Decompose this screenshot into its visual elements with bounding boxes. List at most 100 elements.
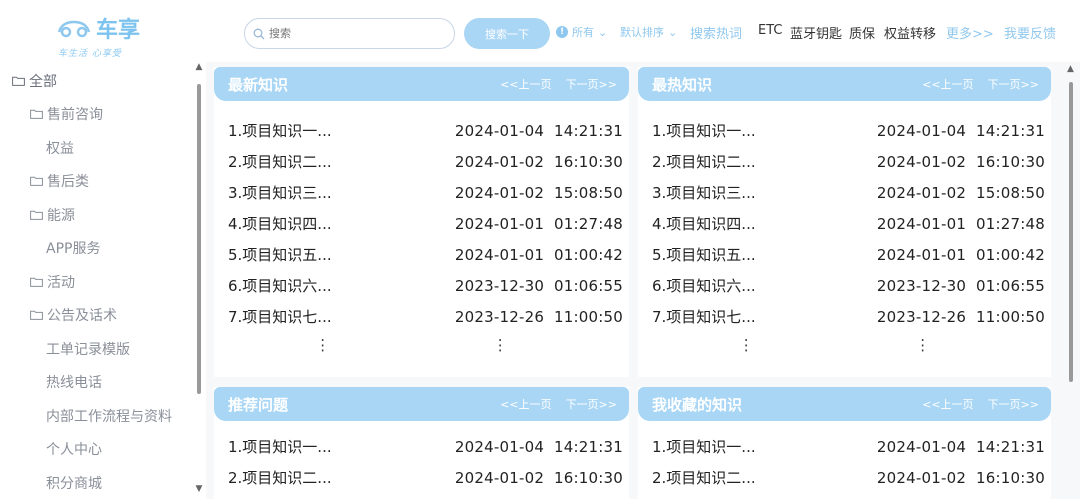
knowledge-row[interactable]: 3.项目知识三... 2024-01-02 15:08:50: [228, 177, 623, 208]
knowledge-row[interactable]: 3.项目知识三... 2024-01-02 15:08:50: [652, 177, 1045, 208]
scroll-up-arrow-icon[interactable]: ▲: [1067, 64, 1074, 74]
scope-label: 所有: [572, 26, 594, 39]
prev-page-link[interactable]: <<上一页: [922, 76, 973, 92]
knowledge-title[interactable]: 5.项目知识五...: [228, 244, 332, 265]
more-vertical-icon[interactable]: ⋮: [739, 336, 754, 354]
knowledge-title[interactable]: 1.项目知识一...: [652, 436, 756, 457]
knowledge-row[interactable]: 5.项目知识五... 2024-01-01 01:00:42: [228, 239, 623, 270]
knowledge-title[interactable]: 6.项目知识六...: [228, 275, 332, 296]
sidebar-item-label: 全部: [29, 73, 57, 90]
knowledge-row[interactable]: 1.项目知识一... 2024-01-04 14:21:31: [652, 431, 1045, 462]
sort-dropdown[interactable]: 默认排序 ⌄: [620, 24, 677, 40]
sidebar-item-label: 积分商城: [46, 475, 102, 492]
content-scroll-thumb[interactable]: [1069, 82, 1073, 382]
knowledge-title[interactable]: 1.项目知识一...: [228, 120, 332, 141]
knowledge-timestamp: 2024-01-01 01:27:48: [454, 214, 623, 233]
knowledge-row[interactable]: 6.项目知识六... 2023-12-30 01:06:55: [228, 270, 623, 301]
sidebar-item[interactable]: 权益: [0, 131, 194, 165]
knowledge-row[interactable]: 1.项目知识一... 2024-01-04 14:21:31: [652, 115, 1045, 146]
feedback-link[interactable]: 我要反馈: [1004, 23, 1056, 42]
knowledge-title[interactable]: 2.项目知识二...: [652, 151, 756, 172]
knowledge-row[interactable]: 5.项目知识五... 2024-01-01 01:00:42: [652, 239, 1045, 270]
knowledge-title[interactable]: 2.项目知识二...: [652, 467, 756, 488]
knowledge-title[interactable]: 1.项目知识一...: [228, 436, 332, 457]
knowledge-title[interactable]: 7.项目知识七...: [652, 306, 756, 327]
knowledge-timestamp: 2024-01-02 16:10:30: [876, 468, 1045, 487]
prev-page-link[interactable]: <<上一页: [500, 76, 551, 92]
next-page-link[interactable]: 下一页>>: [566, 396, 617, 412]
card-title: 最新知识: [228, 75, 289, 94]
sidebar-item[interactable]: 公告及话术: [0, 299, 194, 333]
knowledge-title[interactable]: 4.项目知识四...: [228, 213, 332, 234]
search-button[interactable]: 搜索一下: [464, 18, 550, 49]
scroll-down-arrow-icon[interactable]: ▼: [194, 484, 204, 494]
logo: 车享 车生活 心享受: [52, 10, 162, 62]
next-page-link[interactable]: 下一页>>: [566, 76, 617, 92]
knowledge-title[interactable]: 2.项目知识二...: [228, 151, 332, 172]
sidebar-item-label: APP服务: [46, 241, 101, 258]
sidebar-item-label: 售前咨询: [47, 107, 103, 124]
knowledge-row[interactable]: 4.项目知识四... 2024-01-01 01:27:48: [228, 208, 623, 239]
sidebar-item-label: 内部工作流程与资料: [46, 408, 172, 425]
sidebar-item[interactable]: 售前咨询: [0, 98, 194, 132]
more-link[interactable]: 更多>>: [946, 23, 994, 42]
logo-name: 车享: [96, 18, 141, 43]
knowledge-title[interactable]: 4.项目知识四...: [652, 213, 756, 234]
knowledge-row[interactable]: 1.项目知识一... 2024-01-04 14:21:31: [228, 431, 623, 462]
sidebar-item[interactable]: 活动: [0, 265, 194, 299]
hot-tag-etc[interactable]: ETC: [758, 23, 782, 38]
more-vertical-icon[interactable]: ⋮: [493, 336, 508, 354]
sidebar-item[interactable]: 售后类: [0, 165, 194, 199]
sidebar-scrollbar[interactable]: ▲ ▼: [194, 62, 204, 498]
top-bar: 搜索一下 ! 所有 ⌄ 默认排序 ⌄ 搜索热词 ETC 蓝牙钥匙 质保 权益转移…: [206, 0, 1080, 62]
knowledge-title[interactable]: 2.项目知识二...: [228, 467, 332, 488]
more-vertical-icon[interactable]: ⋮: [915, 336, 930, 354]
knowledge-title[interactable]: 3.项目知识三...: [228, 182, 332, 203]
knowledge-row[interactable]: 7.项目知识七... 2023-12-26 11:00:50: [228, 301, 623, 332]
prev-page-link[interactable]: <<上一页: [922, 396, 973, 412]
sidebar-item[interactable]: 积分商城: [0, 466, 194, 499]
next-page-link[interactable]: 下一页>>: [988, 396, 1039, 412]
scroll-up-arrow-icon[interactable]: ▲: [194, 62, 204, 72]
more-ellipsis[interactable]: ⋮ ⋮: [214, 332, 629, 358]
search-input[interactable]: [269, 27, 439, 40]
knowledge-row[interactable]: 2.项目知识二... 2024-01-02 16:10:30: [652, 146, 1045, 177]
knowledge-row[interactable]: 7.项目知识七... 2023-12-26 11:00:50: [652, 301, 1045, 332]
sidebar-scroll-thumb[interactable]: [197, 84, 201, 394]
knowledge-row[interactable]: 2.项目知识二... 2024-01-02 16:10:30: [228, 462, 623, 493]
knowledge-row[interactable]: 1.项目知识一... 2024-01-04 14:21:31: [228, 115, 623, 146]
hot-tag-warranty[interactable]: 质保: [849, 23, 875, 42]
content-scrollbar[interactable]: ▲: [1065, 62, 1077, 499]
sort-label: 默认排序: [620, 26, 664, 39]
more-ellipsis[interactable]: ⋮ ⋮: [638, 332, 1051, 358]
sidebar-item[interactable]: 热线电话: [0, 366, 194, 400]
knowledge-row[interactable]: 4.项目知识四... 2024-01-01 01:27:48: [652, 208, 1045, 239]
sidebar-item[interactable]: 能源: [0, 198, 194, 232]
knowledge-row[interactable]: 2.项目知识二... 2024-01-02 16:10:30: [228, 146, 623, 177]
sidebar-item-label: 能源: [47, 207, 75, 224]
knowledge-timestamp: 2024-01-02 15:08:50: [454, 183, 623, 202]
knowledge-title[interactable]: 3.项目知识三...: [652, 182, 756, 203]
hot-tag-bluetooth-key[interactable]: 蓝牙钥匙: [790, 23, 842, 42]
prev-page-link[interactable]: <<上一页: [500, 396, 551, 412]
hot-tag-rights-transfer[interactable]: 权益转移: [884, 23, 936, 42]
card-favorite-knowledge: 我收藏的知识 <<上一页 下一页>> 1.项目知识一... 2024-01-04 …: [638, 387, 1051, 499]
sidebar-item[interactable]: APP服务: [0, 232, 194, 266]
sidebar-item[interactable]: 个人中心: [0, 433, 194, 467]
knowledge-title[interactable]: 6.项目知识六...: [652, 275, 756, 296]
knowledge-title[interactable]: 1.项目知识一...: [652, 120, 756, 141]
sidebar-item[interactable]: 内部工作流程与资料: [0, 399, 194, 433]
logo-slogan: 车生活 心享受: [58, 49, 122, 59]
sidebar-item[interactable]: 工单记录模版: [0, 332, 194, 366]
knowledge-row[interactable]: 2.项目知识二... 2024-01-02 16:10:30: [652, 462, 1045, 493]
more-vertical-icon[interactable]: ⋮: [315, 336, 330, 354]
sidebar-item-label: 权益: [46, 140, 74, 157]
sidebar-item-label: 售后类: [47, 174, 89, 191]
scope-dropdown[interactable]: ! 所有 ⌄: [556, 24, 607, 40]
search-box[interactable]: [244, 18, 455, 49]
next-page-link[interactable]: 下一页>>: [988, 76, 1039, 92]
knowledge-title[interactable]: 7.项目知识七...: [228, 306, 332, 327]
knowledge-title[interactable]: 5.项目知识五...: [652, 244, 756, 265]
sidebar-item[interactable]: 全部: [0, 64, 194, 98]
knowledge-row[interactable]: 6.项目知识六... 2023-12-30 01:06:55: [652, 270, 1045, 301]
